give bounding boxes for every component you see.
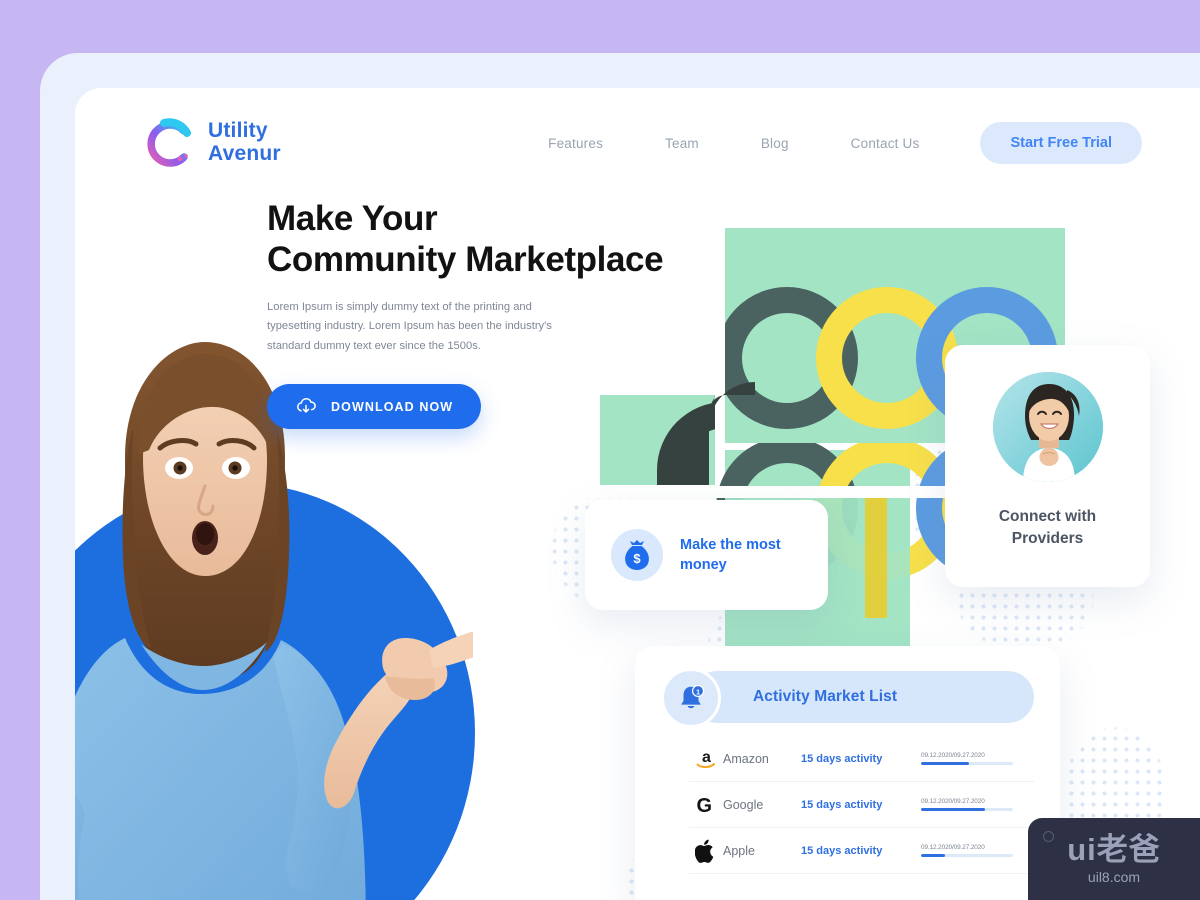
page-title: Make Your Community Marketplace: [267, 198, 737, 281]
activity-duration: 15 days activity: [801, 798, 883, 811]
activity-market-list-card: 1 Activity Market List a Amazon 15 days …: [635, 646, 1060, 900]
activity-date-range: 09.12.2020/09.27.2020: [921, 751, 985, 759]
download-now-label: DOWNLOAD NOW: [331, 399, 454, 414]
table-row[interactable]: Apple 15 days activity 09.12.2020/09.27.…: [689, 828, 1034, 874]
watermark-sub-text: uil8.com: [1087, 868, 1141, 885]
table-row[interactable]: G Google 15 days activity 09.12.2020/09.…: [689, 782, 1034, 828]
browser-canvas: Utility Avenur Features Team Blog Contac…: [75, 88, 1200, 900]
hero-section: Make Your Community Marketplace Lorem Ip…: [267, 198, 737, 430]
nav-item-features[interactable]: Features: [517, 136, 634, 151]
brand-logo[interactable]: Utility Avenur: [140, 115, 281, 171]
progress-fill: [921, 761, 969, 766]
nav-links: Features Team Blog Contact Us Start Free…: [517, 122, 1142, 164]
circular-swirl-logo-icon: [147, 118, 191, 167]
bell-notification-icon: 1: [681, 684, 705, 709]
watermark-main-text: ui老爸: [1067, 831, 1161, 867]
money-icon-wrapper: $: [611, 529, 663, 581]
progress-track: [921, 853, 1013, 858]
money-bag-icon: $: [625, 540, 649, 570]
activity-title-pill: Activity Market List: [691, 671, 1034, 723]
activity-date-range: 09.12.2020/09.27.2020: [921, 797, 985, 805]
progress-track: [921, 761, 1013, 766]
watermark: ui老爸 uil8.com: [1028, 818, 1200, 900]
activity-progress: 09.12.2020/09.27.2020: [921, 797, 1013, 812]
provider-title-line-2: Providers: [1011, 530, 1084, 547]
nav-item-team[interactable]: Team: [634, 136, 730, 151]
brand-line-2: Avenur: [208, 142, 281, 165]
nav-item-contact-us[interactable]: Contact Us: [820, 136, 951, 151]
activity-progress: 09.12.2020/09.27.2020: [921, 751, 1013, 766]
brand-name: Utility Avenur: [208, 120, 281, 165]
apple-logo-icon: [689, 839, 723, 863]
start-free-trial-button[interactable]: Start Free Trial: [980, 122, 1142, 164]
hero-title-line-2: Community Marketplace: [267, 240, 664, 280]
brand-name: Amazon: [723, 751, 769, 766]
connect-with-providers-label: Connect with Providers: [999, 506, 1096, 550]
activity-duration: 15 days activity: [801, 752, 883, 765]
activity-card-header: 1 Activity Market List: [661, 668, 1034, 728]
brand-name: Apple: [723, 843, 755, 858]
progress-fill: [921, 853, 945, 858]
brand-line-1: Utility: [208, 119, 268, 143]
activity-progress: 09.12.2020/09.27.2020: [921, 843, 1013, 858]
svg-text:a: a: [702, 749, 711, 766]
brand-name: Google: [723, 797, 764, 812]
make-the-most-money-label: Make the most money: [680, 537, 781, 573]
google-logo-icon: G: [689, 793, 723, 817]
activity-market-list-title: Activity Market List: [753, 688, 898, 705]
provider-title-line-1: Connect with: [998, 508, 1097, 525]
svg-text:$: $: [633, 551, 641, 566]
make-the-most-money-card[interactable]: $ Make the most money: [585, 500, 828, 610]
bell-badge-count: 1: [696, 689, 700, 696]
download-now-button[interactable]: DOWNLOAD NOW: [267, 384, 482, 430]
amazon-logo-icon: a: [689, 747, 723, 771]
activity-date-range: 09.12.2020/09.27.2020: [921, 843, 985, 851]
activity-duration: 15 days activity: [801, 844, 883, 857]
svg-text:G: G: [697, 795, 713, 817]
table-row[interactable]: a Amazon 15 days activity 09.12.2020/09.…: [689, 736, 1034, 782]
hero-title-line-1: Make Your: [267, 199, 438, 238]
avatar: [992, 372, 1103, 482]
activity-rows: a Amazon 15 days activity 09.12.2020/09.…: [661, 736, 1034, 874]
hero-paragraph: Lorem Ipsum is simply dummy text of the …: [267, 300, 552, 352]
cloud-download-icon: [297, 398, 316, 414]
watermark-dot-icon: [1043, 831, 1054, 842]
connect-with-providers-card[interactable]: Connect with Providers: [945, 345, 1150, 587]
progress-fill: [921, 807, 986, 812]
nav-item-blog[interactable]: Blog: [730, 136, 820, 151]
navbar: Utility Avenur Features Team Blog Contac…: [75, 88, 1200, 198]
bell-icon-wrapper[interactable]: 1: [661, 668, 721, 728]
progress-track: [921, 807, 1013, 812]
